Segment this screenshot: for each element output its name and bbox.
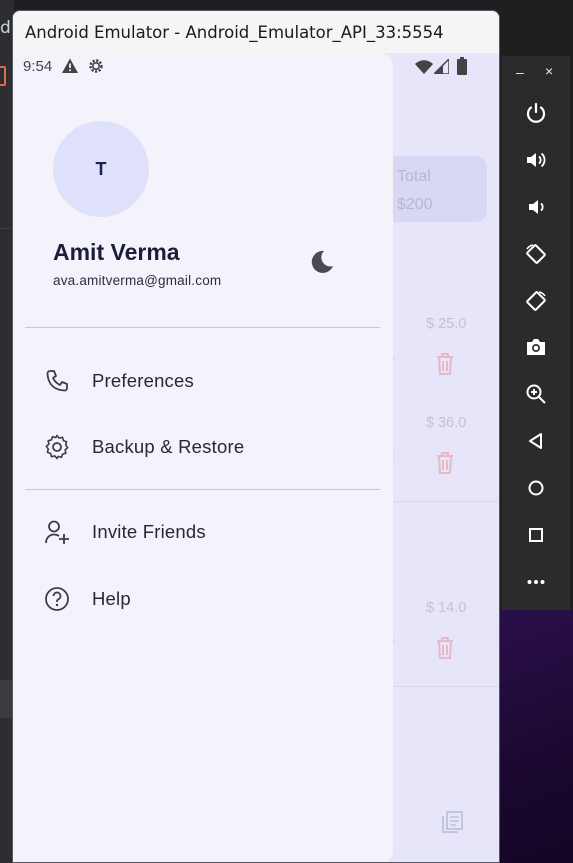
- emulator-window: Android Emulator - Android_Emulator_API_…: [12, 10, 500, 863]
- zoom-icon[interactable]: [522, 380, 550, 408]
- menu-item-invite-friends[interactable]: Invite Friends: [25, 504, 380, 560]
- status-bar: 9:54: [13, 53, 499, 83]
- menu-item-help[interactable]: Help: [25, 571, 380, 627]
- back-icon[interactable]: [522, 427, 550, 455]
- gear-icon: [45, 434, 69, 460]
- navigation-drawer: T Amit Verma ava.amitverma@gmail.com Pre…: [13, 53, 393, 862]
- phone-icon: [46, 370, 68, 392]
- warning-icon: [62, 58, 78, 73]
- menu-item-backup-restore[interactable]: Backup & Restore: [25, 419, 380, 475]
- more-icon[interactable]: [522, 568, 550, 596]
- menu-item-label: Backup & Restore: [92, 436, 245, 457]
- rotate-left-icon[interactable]: [522, 240, 550, 268]
- menu-item-label: Invite Friends: [92, 521, 206, 542]
- menu-item-label: Help: [92, 588, 131, 609]
- expense-amount: $ 25.0: [426, 316, 467, 332]
- power-icon[interactable]: [522, 99, 550, 127]
- help-circle-icon: [45, 587, 69, 611]
- expense-amount: $ 14.0: [426, 600, 467, 616]
- volume-down-icon[interactable]: [522, 193, 550, 221]
- minimize-button[interactable]: –: [516, 64, 524, 80]
- volume-up-icon[interactable]: [522, 146, 550, 174]
- wifi-icon: [415, 60, 433, 74]
- menu-item-label: Preferences: [92, 370, 194, 391]
- home-icon[interactable]: [522, 474, 550, 502]
- rotate-right-icon[interactable]: [522, 287, 550, 315]
- menu-item-preferences[interactable]: Preferences: [25, 353, 380, 409]
- drawer-divider: [25, 327, 380, 328]
- signal-icon: [434, 59, 449, 74]
- total-label: Total: [397, 168, 431, 185]
- settings-icon: [89, 59, 103, 73]
- battery-icon: [457, 57, 467, 75]
- overview-icon[interactable]: [522, 521, 550, 549]
- delete-icon[interactable]: [433, 351, 457, 377]
- copy-icon[interactable]: [439, 809, 465, 835]
- add-person-icon: [45, 520, 69, 544]
- moon-icon[interactable]: [309, 249, 335, 275]
- drawer-divider: [25, 489, 380, 490]
- user-email: ava.amitverma@gmail.com: [53, 273, 222, 288]
- status-time: 9:54: [23, 58, 53, 75]
- delete-icon[interactable]: [433, 635, 457, 661]
- expense-amount: $ 36.0: [426, 415, 467, 431]
- close-button[interactable]: ×: [545, 63, 553, 79]
- total-value: $200: [397, 196, 433, 213]
- emulator-toolbar: – ×: [502, 56, 570, 610]
- avatar[interactable]: T: [53, 121, 149, 217]
- user-name: Amit Verma: [53, 239, 180, 265]
- camera-icon[interactable]: [522, 333, 550, 361]
- desktop-wallpaper: [500, 610, 573, 863]
- delete-icon[interactable]: [433, 450, 457, 476]
- window-title: Android Emulator - Android_Emulator_API_…: [25, 22, 444, 42]
- window-titlebar[interactable]: Android Emulator - Android_Emulator_API_…: [13, 11, 499, 53]
